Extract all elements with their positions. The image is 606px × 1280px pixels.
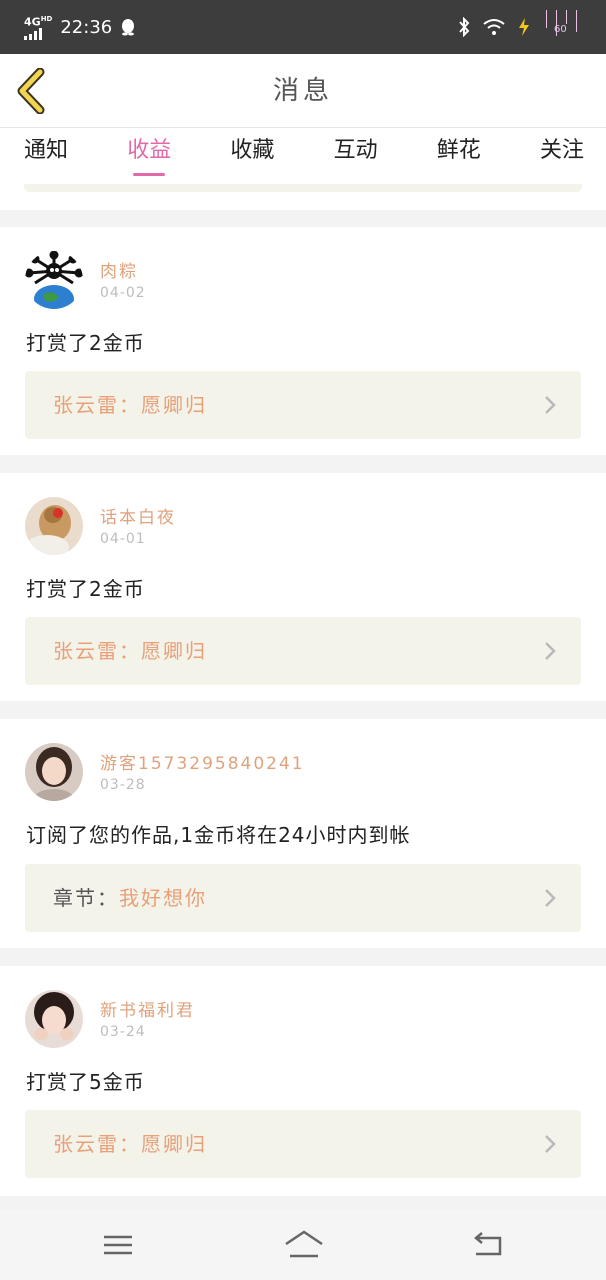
app-header: 消息 (0, 54, 606, 128)
back-nav-button[interactable] (470, 1228, 506, 1262)
work-link[interactable]: 张云雷：愿卿归 (25, 1110, 581, 1178)
menu-button[interactable] (100, 1228, 136, 1262)
tab-interaction[interactable]: 互动 (334, 128, 378, 184)
chapter-link[interactable]: 章节：我好想你 (25, 864, 581, 932)
signal-icon (24, 27, 52, 40)
avatar[interactable] (25, 251, 83, 309)
avatar-sun-earth-image (25, 251, 83, 309)
avatar[interactable] (25, 990, 83, 1048)
work-link-text: 张云雷：愿卿归 (53, 639, 207, 663)
username[interactable]: 游客1573295840241 (100, 749, 305, 774)
work-link-text: 张云雷：愿卿归 (53, 393, 207, 417)
message-date: 04-01 (100, 531, 146, 547)
message-text: 打赏了5金币 (26, 1070, 145, 1094)
avatar-girl-hands-image (34, 992, 74, 1040)
active-tab-indicator (133, 173, 166, 176)
avatar-girl-portrait-image (34, 747, 74, 801)
qq-icon (122, 19, 135, 36)
message-card: 话本白夜 04-01 打赏了2金币 张云雷：愿卿归 (0, 473, 606, 701)
tab-follow[interactable]: 关注 (540, 128, 584, 184)
avatar[interactable] (25, 497, 83, 555)
page-title: 消息 (272, 76, 333, 106)
username[interactable]: 新书福利君 (100, 996, 195, 1021)
return-icon (474, 1232, 502, 1256)
avatar-hair-bun-image (25, 505, 71, 555)
chapter-link-text: 章节：我好想你 (53, 886, 207, 910)
message-text: 订阅了您的作品,1金币将在24小时内到帐 (26, 823, 411, 847)
tab-favorites[interactable]: 收藏 (230, 128, 274, 184)
system-navigation-bar (0, 1210, 606, 1280)
work-link[interactable]: 张云雷：愿卿归 (25, 617, 581, 685)
tab-bar: 通知 收益 收藏 互动 鲜花 关注 (0, 128, 606, 184)
chevron-right-icon (545, 396, 556, 414)
chevron-right-icon (545, 889, 556, 907)
tab-flowers[interactable]: 鲜花 (437, 128, 481, 184)
previous-card-work-strip (24, 184, 582, 192)
home-button[interactable] (282, 1228, 326, 1262)
battery-icon: 60 (542, 10, 582, 44)
charging-icon (519, 18, 529, 36)
work-link-text: 张云雷：愿卿归 (53, 1132, 207, 1156)
chevron-right-icon (545, 642, 556, 660)
message-card: 肉粽 04-02 打赏了2金币 张云雷：愿卿归 (0, 227, 606, 455)
message-date: 04-02 (100, 285, 146, 301)
message-card: 游客1573295840241 03-28 订阅了您的作品,1金币将在24小时内… (0, 719, 606, 948)
message-date: 03-24 (100, 1024, 146, 1040)
status-bar: 4GHD 22:36 60 (0, 0, 606, 54)
bluetooth-icon (459, 17, 470, 37)
username[interactable]: 话本白夜 (100, 503, 176, 528)
message-text: 打赏了2金币 (26, 331, 145, 355)
home-icon (285, 1230, 323, 1258)
avatar[interactable] (25, 743, 83, 801)
menu-icon (104, 1235, 132, 1255)
wifi-icon (483, 19, 505, 35)
message-text: 打赏了2金币 (26, 577, 145, 601)
tab-earnings[interactable]: 收益 (127, 128, 171, 184)
work-link[interactable]: 张云雷：愿卿归 (25, 371, 581, 439)
chevron-right-icon (545, 1135, 556, 1153)
network-indicator: 4GHD (24, 14, 52, 40)
username[interactable]: 肉粽 (100, 257, 138, 282)
message-card: 新书福利君 03-24 打赏了5金币 张云雷：愿卿归 (0, 966, 606, 1196)
message-date: 03-28 (100, 777, 146, 793)
tab-notice[interactable]: 通知 (24, 128, 68, 184)
clock: 22:36 (60, 16, 113, 38)
